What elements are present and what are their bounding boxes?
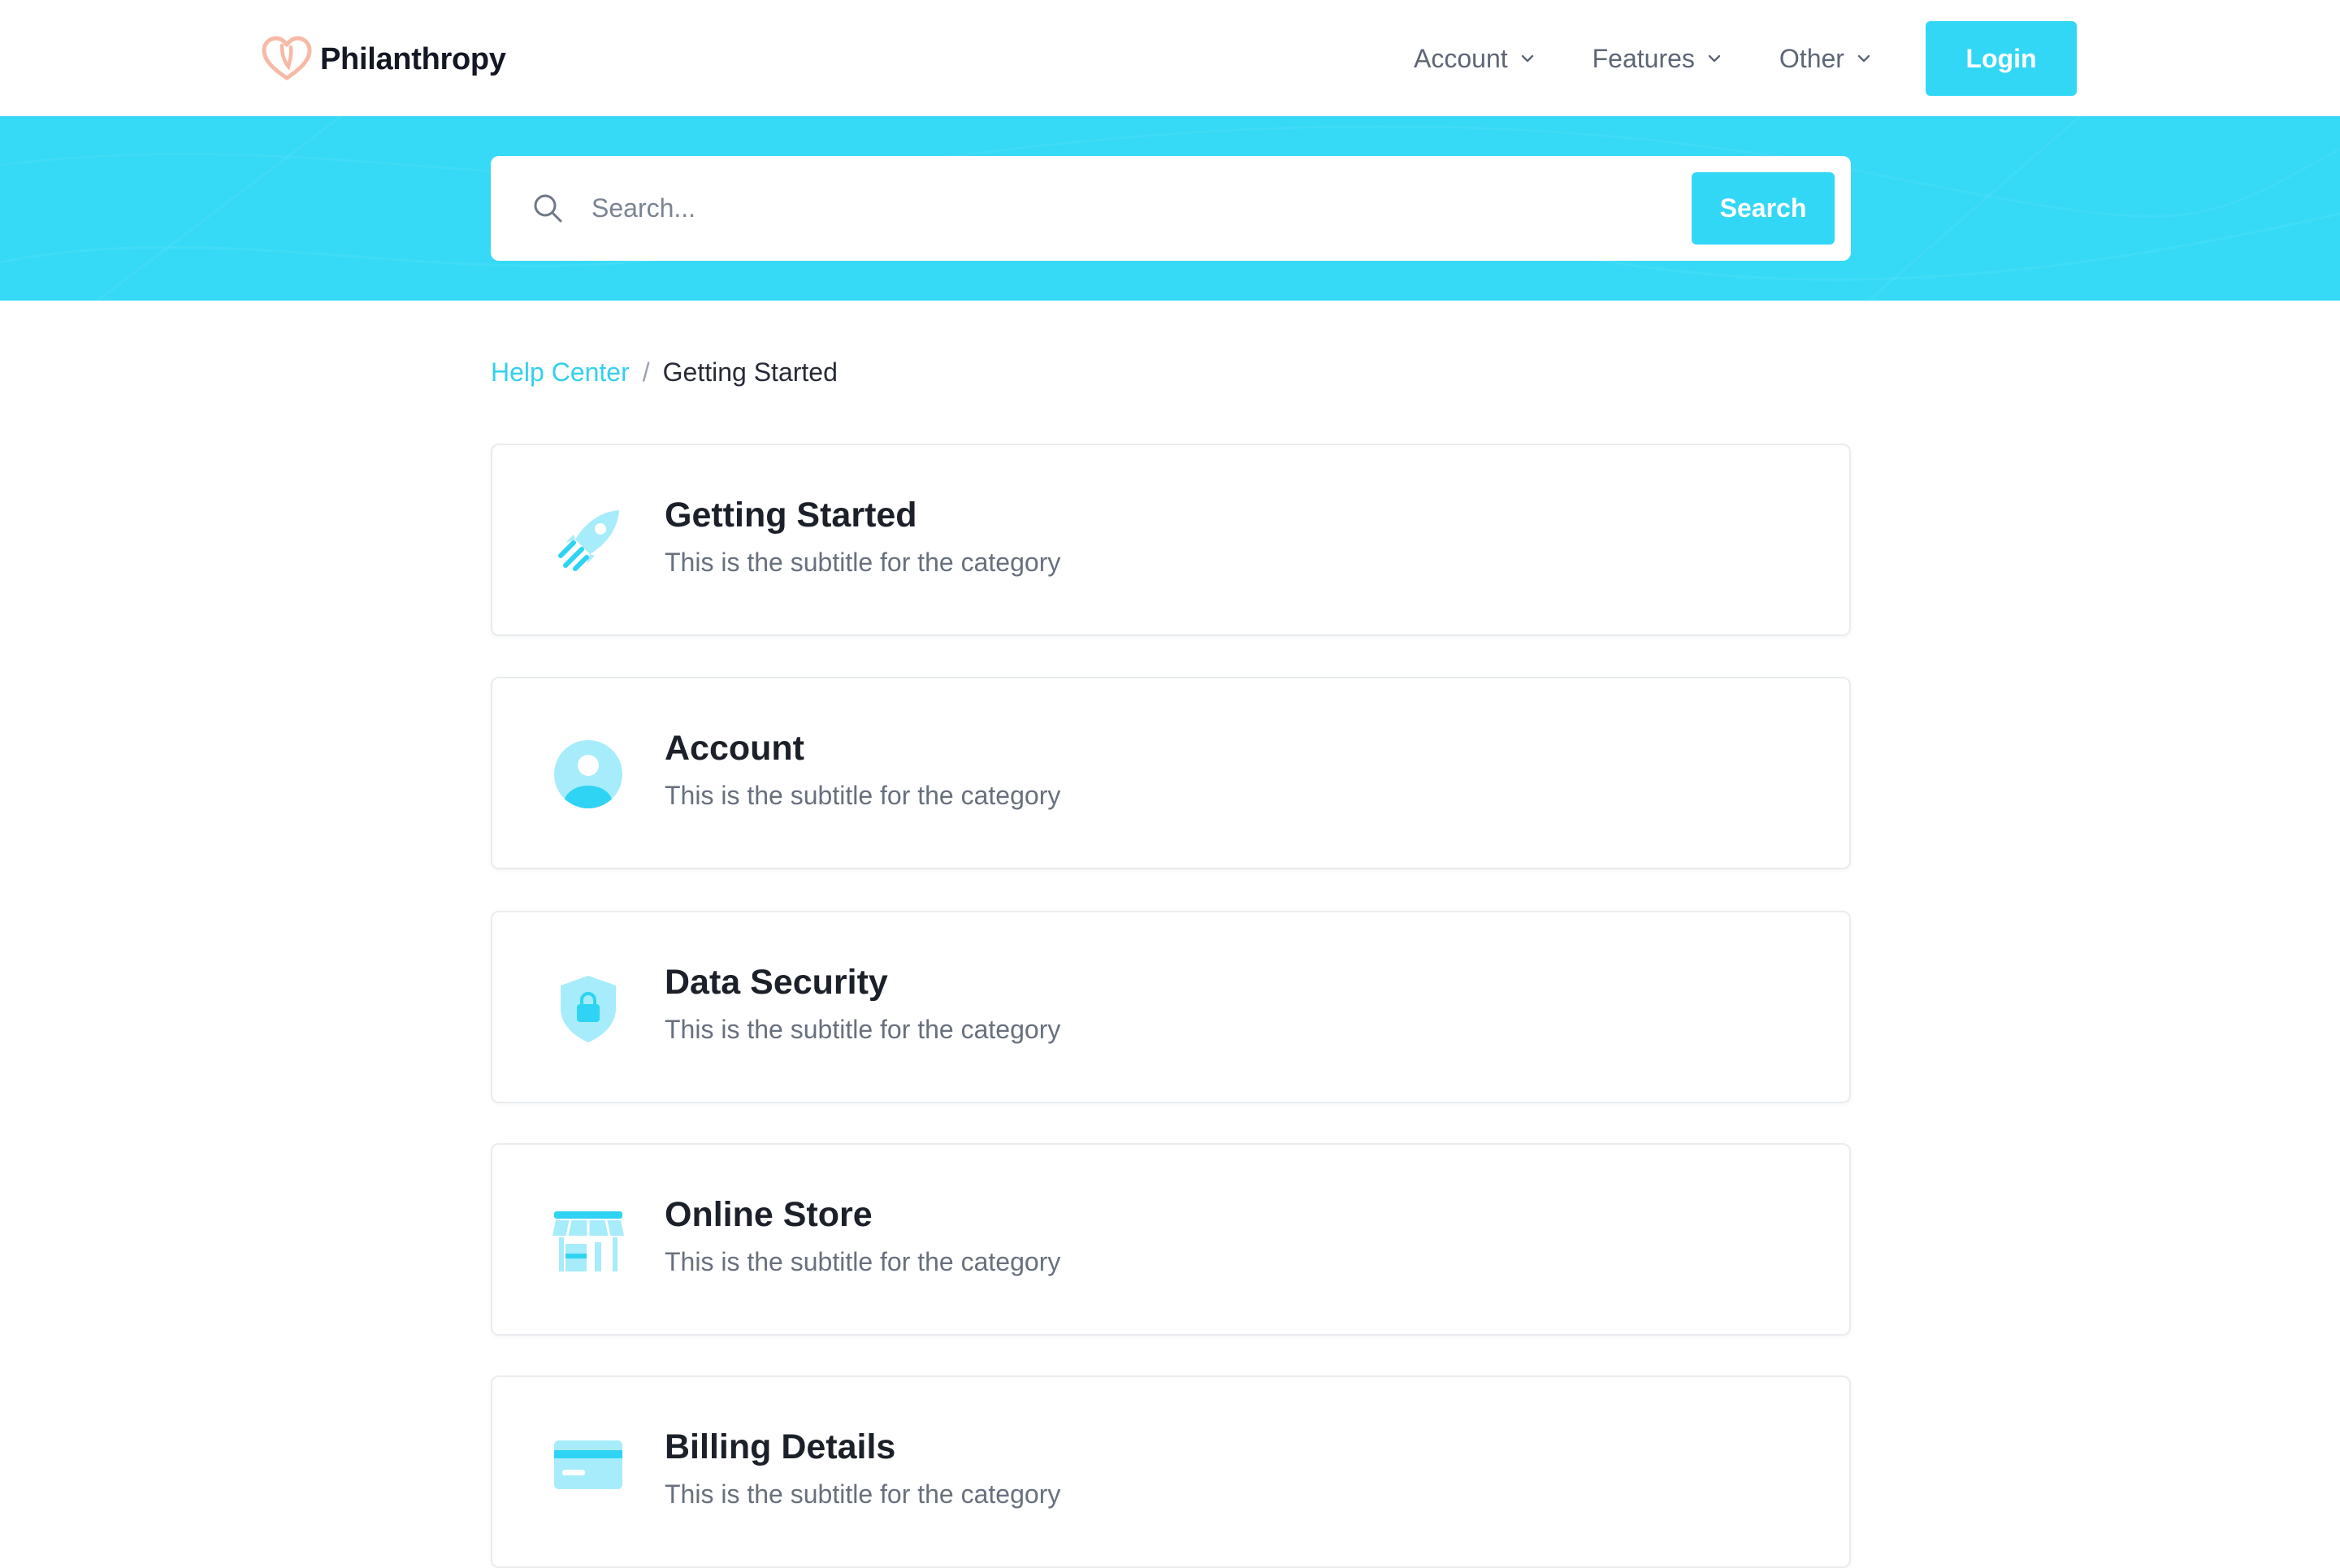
category-title: Data Security bbox=[665, 963, 888, 1002]
search-bar: Search bbox=[491, 156, 1851, 261]
category-subtitle: This is the subtitle for the category bbox=[665, 1479, 1061, 1509]
brand-logo[interactable]: Philanthropy bbox=[262, 36, 506, 83]
category-card-account[interactable]: Account This is the subtitle for the cat… bbox=[491, 677, 1851, 869]
nav-item-label: Features bbox=[1592, 43, 1695, 73]
heart-logo-icon bbox=[262, 36, 312, 80]
category-subtitle: This is the subtitle for the category bbox=[665, 781, 1061, 810]
nav-item-account[interactable]: Account bbox=[1414, 44, 1536, 74]
brand-name: Philanthropy bbox=[320, 41, 506, 76]
category-card-billing-details[interactable]: Billing Details This is the subtitle for… bbox=[491, 1375, 1851, 1568]
category-title: Billing Details bbox=[665, 1427, 896, 1466]
breadcrumb-current: Getting Started bbox=[662, 357, 838, 387]
category-title: Account bbox=[665, 729, 804, 768]
top-navbar: Philanthropy Account Features Other Logi… bbox=[0, 0, 2340, 116]
nav-item-features[interactable]: Features bbox=[1592, 44, 1722, 74]
rocket-icon bbox=[558, 510, 619, 571]
category-title: Getting Started bbox=[665, 496, 917, 535]
nav-item-label: Account bbox=[1414, 43, 1508, 73]
nav-item-label: Other bbox=[1779, 43, 1844, 73]
category-subtitle: This is the subtitle for the category bbox=[665, 1247, 1061, 1276]
category-title: Online Store bbox=[665, 1195, 873, 1234]
category-card-getting-started[interactable]: Getting Started This is the subtitle for… bbox=[491, 444, 1851, 636]
search-icon bbox=[534, 194, 562, 223]
store-icon bbox=[552, 1211, 624, 1271]
user-icon bbox=[554, 740, 622, 808]
category-subtitle: This is the subtitle for the category bbox=[665, 1015, 1061, 1044]
login-button[interactable]: Login bbox=[1926, 21, 2077, 96]
chevron-down-icon bbox=[1521, 54, 1533, 63]
search-input[interactable] bbox=[592, 175, 1339, 240]
search-banner: Search bbox=[0, 116, 2340, 301]
billing-icon bbox=[554, 1440, 622, 1489]
breadcrumb-separator: / bbox=[642, 357, 650, 387]
search-button[interactable]: Search bbox=[1692, 172, 1835, 245]
chevron-down-icon bbox=[1708, 54, 1721, 63]
chevron-down-icon bbox=[1857, 54, 1870, 63]
nav-item-other[interactable]: Other bbox=[1779, 44, 1872, 74]
category-card-data-security[interactable]: Data Security This is the subtitle for t… bbox=[491, 911, 1851, 1103]
breadcrumb-link-help-center[interactable]: Help Center bbox=[491, 357, 630, 388]
shield-lock-icon bbox=[561, 976, 616, 1042]
category-card-online-store[interactable]: Online Store This is the subtitle for th… bbox=[491, 1143, 1851, 1336]
main-nav: Account Features Other bbox=[1414, 21, 1929, 96]
category-subtitle: This is the subtitle for the category bbox=[665, 548, 1061, 577]
breadcrumb: Help Center / Getting Started bbox=[491, 354, 838, 390]
